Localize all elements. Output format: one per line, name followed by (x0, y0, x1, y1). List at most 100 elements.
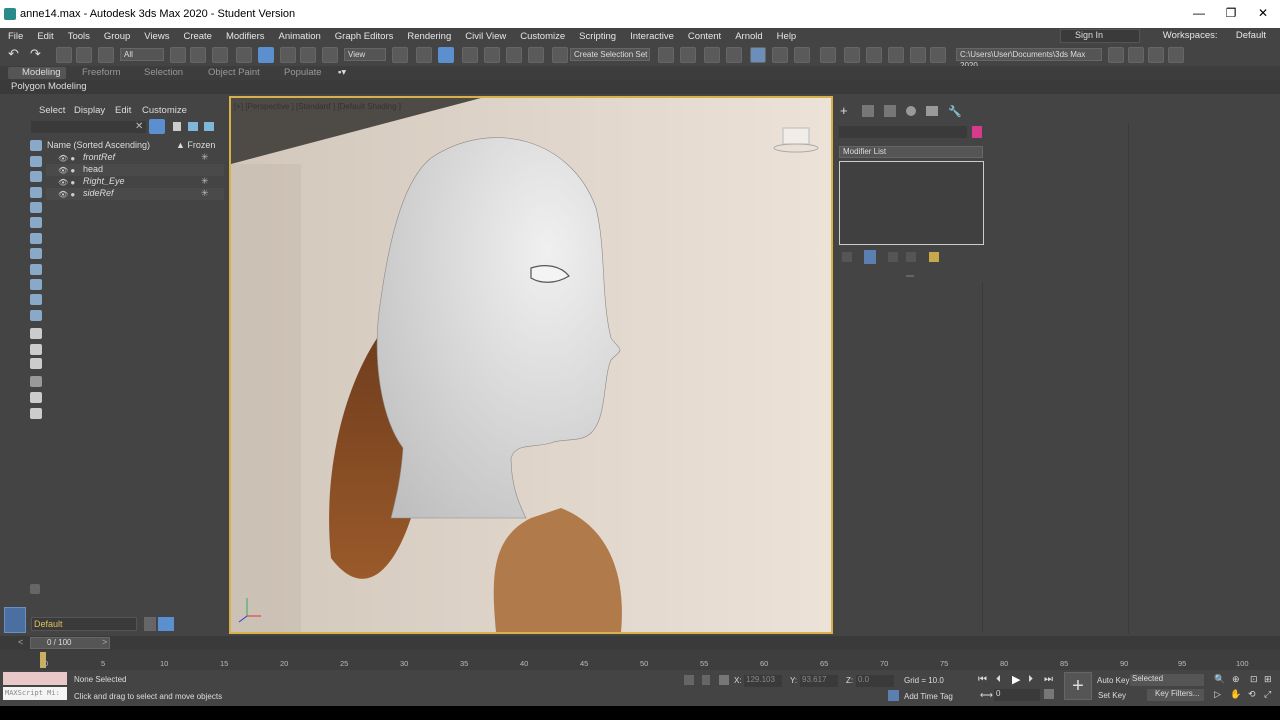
orbit-icon[interactable]: ⟲ (1248, 689, 1256, 700)
zoom-icon[interactable]: 🔍 (1214, 674, 1225, 685)
display-groups-icon[interactable] (30, 248, 42, 259)
filter-funnel-icon[interactable] (30, 376, 42, 387)
key-mode-icon[interactable]: ⟷ (980, 690, 993, 701)
maxscript-listener-top[interactable] (3, 672, 67, 685)
perspective-viewport[interactable]: [+] [Perspective ] [Standard ] [Default … (229, 96, 833, 634)
next-frame-icon[interactable]: > (102, 637, 107, 647)
material-editor-icon[interactable] (820, 47, 836, 63)
render-in-cloud-icon[interactable] (910, 47, 926, 63)
redo-icon[interactable]: ↷ (30, 47, 46, 63)
visibility-eye-icon[interactable]: 👁 ● (58, 166, 75, 175)
hierarchy-tab-icon[interactable] (884, 105, 896, 117)
tab-modeling[interactable]: Modeling (22, 67, 61, 78)
previous-frame-icon[interactable]: ⏴ (996, 674, 1001, 685)
pin-stack-icon[interactable] (842, 252, 852, 262)
menu-civil-view[interactable]: Civil View (465, 31, 506, 42)
save-folder-icon[interactable] (1148, 47, 1164, 63)
display-geometry-icon[interactable] (30, 156, 42, 167)
modifier-stack[interactable] (839, 161, 984, 245)
workspaces-selector[interactable]: Workspaces: Default (1155, 30, 1272, 41)
bind-space-warp-icon[interactable] (98, 47, 114, 63)
open-folder-icon[interactable] (1128, 47, 1144, 63)
menu-animation[interactable]: Animation (279, 31, 321, 42)
edit-named-selection-icon[interactable] (552, 47, 568, 63)
minimize-button[interactable]: — (1184, 6, 1214, 20)
reference-coord-dropdown[interactable]: View (344, 48, 386, 61)
snaps-toggle-icon[interactable] (462, 47, 478, 63)
list-item[interactable]: 👁 ● Right_Eye ✳ (46, 176, 224, 188)
select-manipulate-icon[interactable] (416, 47, 432, 63)
layer-explorer-icon[interactable] (726, 47, 742, 63)
ribbon-options-icon[interactable]: ▪▾ (338, 67, 346, 78)
current-frame-field[interactable]: 0 (994, 689, 1040, 701)
close-button[interactable]: ✕ (1248, 6, 1278, 20)
rendered-frame-window-icon[interactable] (866, 47, 882, 63)
pan-view-icon[interactable]: ✋ (1230, 689, 1241, 700)
zoom-all-icon[interactable]: ⊕ (1232, 674, 1240, 685)
zoom-extents-icon[interactable]: ⊡ (1250, 674, 1258, 685)
next-frame-icon[interactable]: ⏵ (1028, 674, 1033, 685)
scene-explorer-toggle-icon[interactable] (704, 47, 720, 63)
display-lights-icon[interactable] (30, 187, 42, 198)
modifier-list-dropdown[interactable]: Modifier List (839, 146, 983, 158)
display-helpers-icon[interactable] (30, 217, 42, 228)
menu-group[interactable]: Group (104, 31, 130, 42)
menu-views[interactable]: Views (144, 31, 169, 42)
object-color-swatch[interactable] (972, 126, 982, 138)
column-name[interactable]: Name (Sorted Ascending) (47, 140, 150, 150)
show-end-result-icon[interactable] (864, 250, 876, 264)
pivot-center-icon[interactable] (392, 47, 408, 63)
project-folder-icon[interactable] (1108, 47, 1124, 63)
menu-customize[interactable]: Customize (520, 31, 565, 42)
polygon-modeling-panel[interactable]: Polygon Modeling (11, 81, 87, 92)
expand-arrow-icon[interactable] (30, 584, 40, 594)
play-icon[interactable]: ▶ (1012, 673, 1020, 686)
render-production-icon[interactable] (888, 47, 904, 63)
y-coordinate-field[interactable]: 93.617 (800, 675, 838, 687)
frozen-icon[interactable]: ✳ (201, 176, 209, 187)
menu-interactive[interactable]: Interactive (630, 31, 674, 42)
scene-tab-display[interactable]: Display (74, 105, 105, 116)
go-to-end-icon[interactable]: ⏭ (1044, 674, 1053, 685)
rectangular-selection-icon[interactable] (212, 47, 228, 63)
visibility-eye-icon[interactable]: 👁 ● (58, 154, 75, 163)
add-time-tag[interactable]: Add Time Tag (904, 692, 953, 701)
zoom-extents-all-icon[interactable]: ⊞ (1264, 674, 1272, 685)
configure-modifier-sets-icon[interactable] (929, 252, 939, 262)
set-key-button[interactable]: Set Key (1098, 691, 1126, 700)
scene-tab-select[interactable]: Select (39, 105, 65, 116)
place-icon[interactable] (322, 47, 338, 63)
project-path-dropdown[interactable]: C:\Users\User\Documents\3ds Max 2020 (956, 48, 1102, 70)
spinner-snap-icon[interactable] (528, 47, 544, 63)
menu-create[interactable]: Create (183, 31, 212, 42)
column-frozen[interactable]: ▲ Frozen (176, 140, 215, 150)
track-bar[interactable]: 0 5 10 15 20 25 30 35 40 45 50 55 60 65 … (0, 650, 1280, 670)
sign-in-button[interactable]: Sign In (1060, 29, 1140, 43)
display-tab-icon[interactable] (926, 106, 938, 116)
display-none-icon[interactable] (30, 140, 42, 151)
time-slider[interactable]: 0 / 100 (30, 637, 110, 649)
utilities-tab-icon[interactable]: 🔧 (948, 105, 962, 118)
named-selection-dropdown[interactable]: Create Selection Set (570, 48, 650, 61)
display-xrefs-icon[interactable] (30, 264, 42, 275)
column-header[interactable]: Name (Sorted Ascending) ▲ Frozen (46, 140, 224, 152)
display-spacewarps-icon[interactable] (30, 233, 42, 244)
schematic-view-icon[interactable] (794, 47, 810, 63)
time-configuration-icon[interactable] (1044, 689, 1054, 699)
prev-frame-icon[interactable]: < (18, 637, 23, 647)
unlink-icon[interactable] (76, 47, 92, 63)
go-to-start-icon[interactable]: ⏮ (978, 674, 987, 685)
link-icon[interactable] (56, 47, 72, 63)
scale-icon[interactable] (300, 47, 316, 63)
menu-scripting[interactable]: Scripting (579, 31, 616, 42)
clear-filter-icon[interactable]: ✕ (135, 121, 143, 132)
menu-tools[interactable]: Tools (68, 31, 90, 42)
move-icon[interactable] (258, 47, 274, 63)
align-icon[interactable] (680, 47, 696, 63)
curve-editor-icon[interactable] (772, 47, 788, 63)
restore-button[interactable]: ❐ (1216, 6, 1246, 20)
a360-gallery-icon[interactable] (930, 47, 946, 63)
list-item[interactable]: 👁 ● sideRef ✳ (46, 188, 224, 200)
menu-file[interactable]: File (8, 31, 23, 42)
selection-lock-icon[interactable] (702, 675, 710, 685)
